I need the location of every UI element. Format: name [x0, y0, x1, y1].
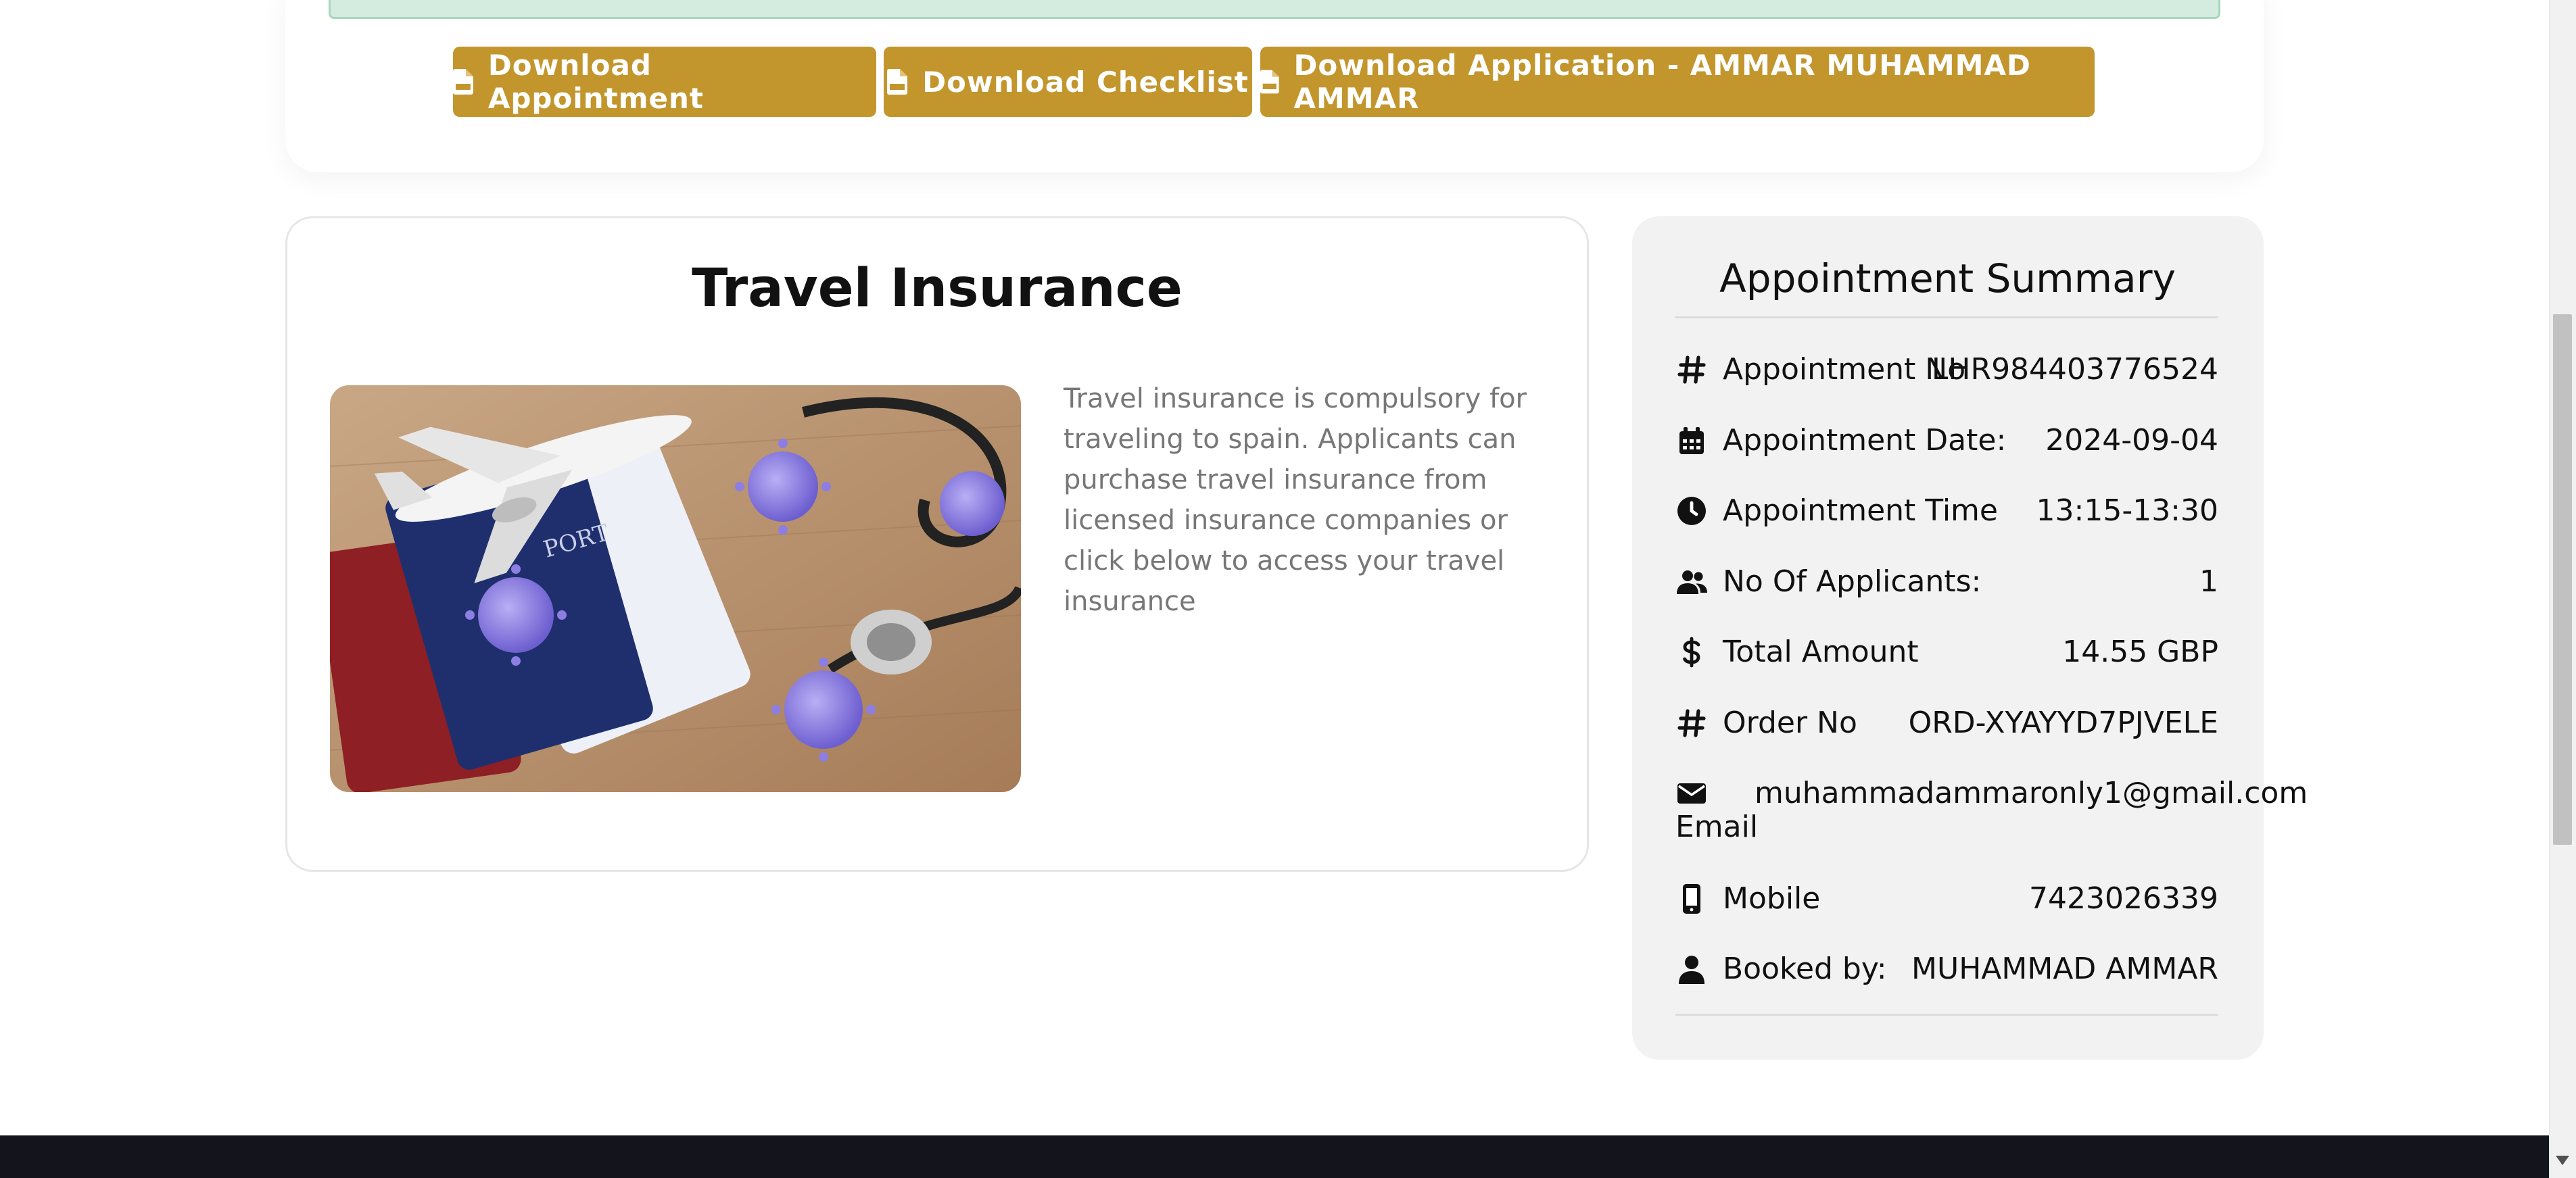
summary-row-appointment-date: Appointment Date: 2024-09-04 [1675, 418, 2218, 472]
download-appointment-button[interactable]: Download Appointment [453, 47, 876, 117]
summary-label: Order No [1723, 706, 1857, 740]
summary-label: No Of Applicants: [1723, 564, 1982, 599]
hash-icon [1677, 709, 1706, 737]
scroll-down-arrow-icon[interactable] [2556, 1156, 2569, 1165]
summary-row-email: muhammadammaronly1@gmail.com Email [1675, 770, 2308, 858]
calendar-icon [1679, 427, 1704, 454]
summary-row-mobile: Mobile 7423026339 [1675, 876, 2218, 930]
success-alert [329, 0, 2220, 19]
summary-label: Total Amount [1723, 635, 1919, 669]
download-checklist-button[interactable]: Download Checklist [884, 47, 1252, 117]
summary-value: 7423026339 [2029, 881, 2218, 916]
pdf-file-icon [1260, 70, 1279, 94]
summary-value: muhammadammaronly1@gmail.com [1755, 776, 2308, 810]
page-footer [0, 1135, 2549, 1178]
download-application-label: Download Application - AMMAR MUHAMMAD AM… [1293, 49, 2031, 115]
scrollbar-thumb[interactable] [2553, 314, 2572, 845]
mobile-icon [1683, 884, 1700, 914]
travel-insurance-description: Travel insurance is compulsory for trave… [1064, 383, 1527, 617]
summary-label: Email [1675, 810, 1759, 844]
summary-row-appointment-no: Appointment No LHR984403776524 [1675, 347, 2218, 401]
download-checklist-label: Download Checklist [922, 65, 1249, 99]
divider [1675, 1014, 2218, 1016]
summary-label: Appointment No [1723, 352, 1966, 387]
summary-value: 13:15-13:30 [2036, 493, 2218, 528]
summary-row-booked-by: Booked by: MUHAMMAD AMMAR [1675, 946, 2218, 1000]
summary-value: 14.55 GBP [2062, 635, 2218, 669]
dollar-icon [1683, 637, 1700, 668]
summary-row-total-amount: Total Amount 14.55 GBP [1675, 629, 2218, 683]
summary-value: 2024-09-04 [2045, 423, 2218, 458]
travel-insurance-image: PORT [330, 385, 1021, 792]
summary-value: LHR984403776524 [1931, 352, 2218, 387]
pdf-file-icon [453, 69, 473, 95]
users-icon [1677, 570, 1707, 594]
summary-value: ORD-XYAYYD7PJVELE [1908, 706, 2218, 740]
summary-row-applicants: No Of Applicants: 1 [1675, 559, 2218, 613]
clock-icon [1677, 497, 1706, 525]
divider [1675, 316, 2218, 318]
summary-value: MUHAMMAD AMMAR [1911, 952, 2218, 986]
summary-label: Appointment Date: [1723, 423, 2007, 458]
summary-label: Mobile [1723, 881, 1821, 916]
summary-value: 1 [2199, 564, 2218, 599]
summary-label: Booked by: [1723, 952, 1887, 986]
appointment-summary-title: Appointment Summary [1719, 255, 2176, 301]
travel-insurance-title: Travel Insurance [692, 258, 1183, 319]
envelope-icon [1677, 783, 1706, 804]
summary-label: Appointment Time [1723, 493, 1998, 528]
user-icon [1679, 956, 1704, 984]
summary-row-appointment-time: Appointment Time 13:15-13:30 [1675, 488, 2218, 542]
pdf-file-icon [887, 69, 908, 95]
summary-row-order-no: Order No ORD-XYAYYD7PJVELE [1675, 700, 2218, 754]
hash-icon [1677, 355, 1706, 384]
download-appointment-label: Download Appointment [487, 49, 704, 115]
download-application-button[interactable]: Download Application - AMMAR MUHAMMAD AM… [1260, 47, 2095, 117]
